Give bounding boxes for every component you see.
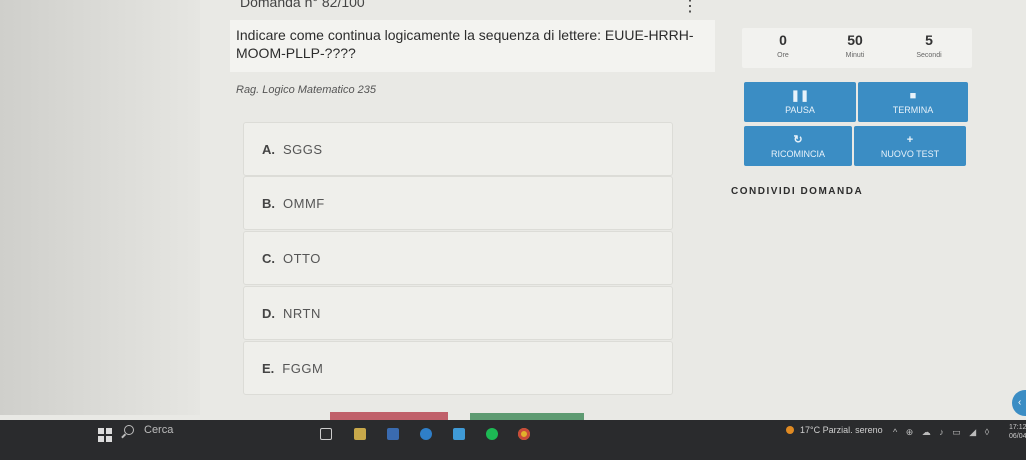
taskbar-search[interactable]: Cerca xyxy=(124,424,173,436)
answer-option-c[interactable]: C. OTTO xyxy=(243,231,673,285)
background-shadow xyxy=(0,0,200,415)
task-view-icon[interactable] xyxy=(320,428,332,440)
restart-button[interactable]: ↻ RICOMINCIA xyxy=(744,126,852,166)
new-test-label: NUOVO TEST xyxy=(880,148,940,159)
answer-letter: A. xyxy=(262,141,275,157)
hours-label: Ore xyxy=(777,52,789,59)
plus-icon: + xyxy=(906,133,914,146)
app-icon[interactable] xyxy=(453,428,465,440)
scroll-top-icon[interactable]: ‹ xyxy=(1012,390,1026,416)
pause-icon: ❚❚ xyxy=(790,89,810,102)
answer-option-b[interactable]: B. OMMF xyxy=(243,176,673,230)
answer-option-d[interactable]: D. NRTN xyxy=(243,286,673,340)
answer-option-a[interactable]: A. SGGS xyxy=(243,122,673,176)
chrome-icon[interactable] xyxy=(518,428,530,440)
timer-minutes: 50 Minuti xyxy=(820,32,890,59)
sun-icon xyxy=(786,426,794,434)
answer-letter: C. xyxy=(262,250,275,266)
question-text: Indicare come continua logicamente la se… xyxy=(236,27,694,61)
edge-browser-icon[interactable] xyxy=(420,428,432,440)
question-source: Rag. Logico Matematico 235 xyxy=(236,84,377,96)
new-test-button[interactable]: + NUOVO TEST xyxy=(854,126,966,166)
timer-hours: 0 Ore xyxy=(748,32,818,59)
seconds-label: Secondi xyxy=(916,52,942,59)
pause-label: PAUSA xyxy=(785,104,815,115)
taskbar-clock[interactable]: 17:12 06/04/20 xyxy=(1009,423,1026,441)
store-icon[interactable] xyxy=(387,428,399,440)
file-explorer-icon[interactable] xyxy=(354,428,366,440)
answer-letter: D. xyxy=(262,305,275,321)
end-button[interactable]: ■ TERMINA xyxy=(858,82,968,122)
answer-text: NRTN xyxy=(283,305,321,321)
answer-text: OTTO xyxy=(283,250,321,266)
answer-letter: E. xyxy=(262,360,275,376)
system-tray-icons[interactable]: ^ ⊕ ☁ ♪ ▭ ◢ ◊ xyxy=(893,427,992,438)
answer-option-e[interactable]: E. FGGM xyxy=(243,341,673,395)
seconds-value: 5 xyxy=(925,32,933,48)
countdown-timer: 0 Ore 50 Minuti 5 Secondi xyxy=(742,28,972,68)
progress-wrong-bar xyxy=(330,412,448,420)
clock-time: 17:12 xyxy=(1009,424,1026,431)
weather-text: 17°C Parzial. sereno xyxy=(800,425,883,435)
answer-letter: B. xyxy=(262,195,275,211)
end-label: TERMINA xyxy=(892,104,934,115)
clock-date: 06/04/20 xyxy=(1009,433,1026,440)
minutes-value: 50 xyxy=(847,32,863,48)
pause-button[interactable]: ❚❚ PAUSA xyxy=(744,82,856,122)
reload-icon: ↻ xyxy=(793,133,803,146)
minutes-label: Minuti xyxy=(845,52,865,59)
windows-taskbar: Cerca 17°C Parzial. sereno ^ ⊕ ☁ ♪ ▭ ◢ ◊… xyxy=(0,420,1026,460)
more-options-icon[interactable]: ⋮ xyxy=(682,0,698,15)
timer-seconds: 5 Secondi xyxy=(894,32,964,59)
search-label: Cerca xyxy=(144,424,174,436)
question-counter: Domanda n° 82/100 xyxy=(240,0,365,10)
search-icon xyxy=(124,425,134,435)
hours-value: 0 xyxy=(779,32,787,48)
share-question-link[interactable]: CONDIVIDI DOMANDA xyxy=(731,186,863,197)
stop-icon: ■ xyxy=(909,89,917,102)
progress-correct-bar xyxy=(470,413,584,420)
weather-widget[interactable]: 17°C Parzial. sereno xyxy=(786,425,883,435)
restart-label: RICOMINCIA xyxy=(771,148,825,159)
answer-text: FGGM xyxy=(282,360,324,376)
answer-text: OMMF xyxy=(283,195,325,211)
spotify-icon[interactable] xyxy=(486,428,498,440)
windows-start-icon[interactable] xyxy=(98,428,112,442)
answer-text: SGGS xyxy=(283,141,323,157)
